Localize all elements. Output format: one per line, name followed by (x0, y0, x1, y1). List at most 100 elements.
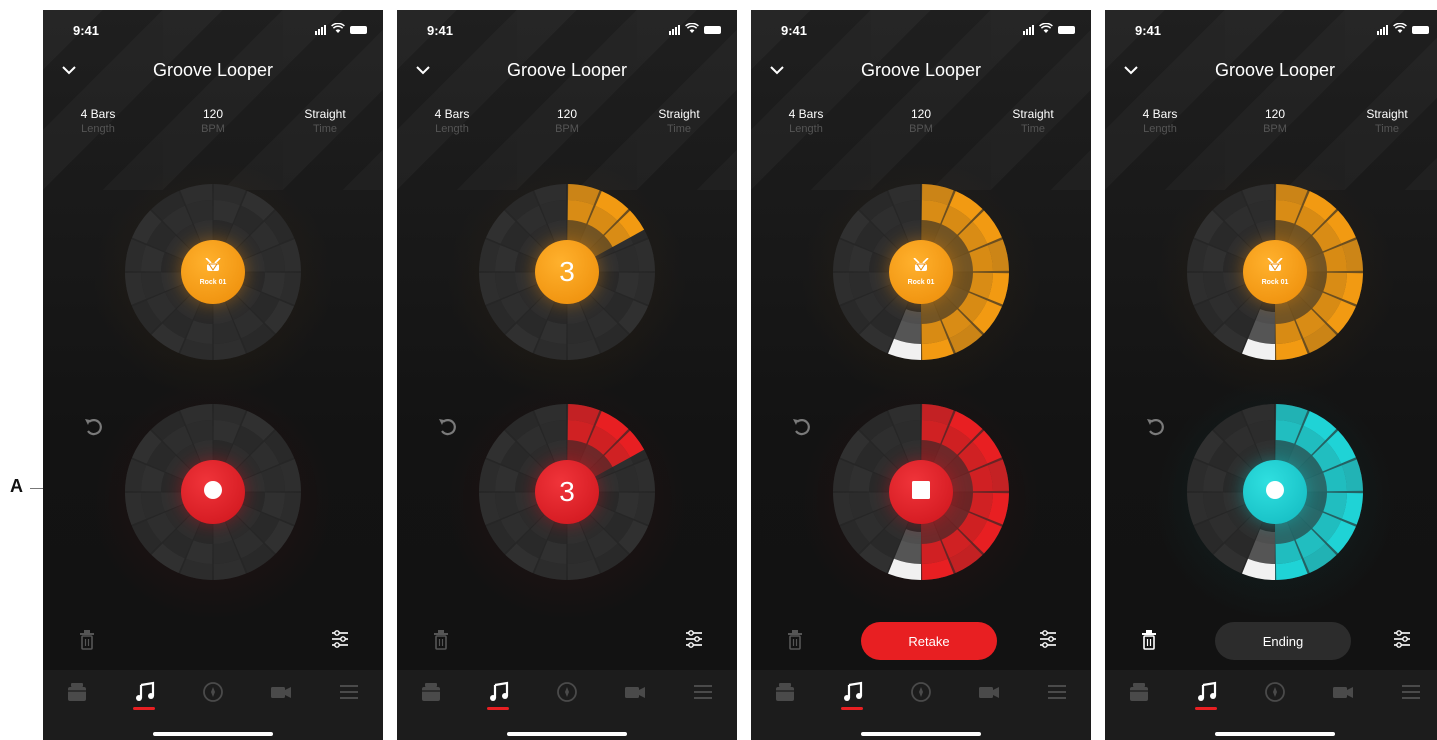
drum-pattern-button[interactable]: 3 (535, 240, 599, 304)
sliders-icon[interactable] (1039, 630, 1057, 648)
trash-icon[interactable] (787, 630, 803, 650)
info-length[interactable]: 4 Bars Length (407, 107, 497, 135)
record-button[interactable] (181, 460, 245, 524)
tab-menu-icon[interactable] (691, 680, 715, 704)
tab-video-camera-icon[interactable] (623, 680, 647, 704)
info-value: 4 Bars (80, 107, 116, 121)
bottom-controls: Retake (751, 622, 1091, 662)
info-label: Length (81, 123, 115, 135)
status-time: 9:41 (1135, 23, 1162, 38)
record-dot-icon (1265, 480, 1285, 505)
callout-label: A (10, 476, 23, 496)
undo-icon[interactable] (1145, 416, 1167, 438)
tab-video-camera-icon[interactable] (269, 680, 293, 704)
tab-presets-icon[interactable] (65, 680, 89, 704)
trash-icon[interactable] (433, 630, 449, 650)
info-length[interactable]: 4 Bars Length (1115, 107, 1205, 135)
undo-icon[interactable] (437, 416, 459, 438)
status-time: 9:41 (427, 23, 454, 38)
tab-presets-icon[interactable] (419, 680, 443, 704)
info-value: 4 Bars (1142, 107, 1178, 121)
tab-video-camera-icon[interactable] (1331, 680, 1355, 704)
info-bpm[interactable]: 120 BPM (876, 107, 966, 135)
info-value: 120 (910, 107, 932, 121)
trash-icon[interactable] (1141, 630, 1157, 650)
tab-compass-icon[interactable] (1263, 680, 1287, 704)
status-icons (315, 21, 367, 39)
tab-compass-icon[interactable] (201, 680, 225, 704)
undo-icon[interactable] (791, 416, 813, 438)
drum-icon (912, 257, 930, 277)
phone-screen-4: 9:41 Groove Looper 4 Bars Length 120 BPM Strai… (1105, 10, 1437, 740)
tab-menu-icon[interactable] (337, 680, 361, 704)
tab-bar (43, 670, 383, 740)
home-indicator (861, 732, 981, 736)
page-title: Groove Looper (506, 60, 628, 80)
tab-music-note-icon[interactable] (487, 680, 511, 704)
phone-screen-1: 9:41 Groove Looper 4 Bars Length 120 BPM Strai… (43, 10, 383, 740)
home-indicator (153, 732, 273, 736)
active-tab-indicator (841, 707, 863, 710)
battery-icon (1058, 26, 1075, 34)
info-value: 4 Bars (788, 107, 824, 121)
play-button[interactable] (1243, 460, 1307, 524)
drum-pattern-button[interactable]: Rock 01 (889, 240, 953, 304)
tab-music-note-icon[interactable] (133, 680, 157, 704)
tab-bar (397, 670, 737, 740)
info-value: 120 (556, 107, 578, 121)
sliders-icon[interactable] (1393, 630, 1411, 648)
info-length[interactable]: 4 Bars Length (761, 107, 851, 135)
tab-music-note-icon[interactable] (1195, 680, 1219, 704)
signal-icon (1023, 25, 1034, 35)
info-time[interactable]: Straight Time (280, 107, 370, 135)
info-label: Time (1020, 123, 1046, 135)
bottom-controls (397, 622, 737, 662)
battery-icon (1412, 26, 1429, 34)
drum-icon (1266, 257, 1284, 277)
active-tab-indicator (487, 707, 509, 710)
sliders-icon[interactable] (685, 630, 703, 648)
status-icons (1023, 22, 1075, 37)
info-time[interactable]: Straight Time (1342, 107, 1432, 135)
info-value: Straight (304, 107, 346, 121)
wifi-icon (1393, 21, 1407, 39)
sliders-icon[interactable] (331, 630, 349, 648)
info-bpm[interactable]: 120 BPM (168, 107, 258, 135)
signal-icon (315, 25, 326, 35)
info-bpm[interactable]: 120 BPM (1230, 107, 1320, 135)
info-time[interactable]: Straight Time (634, 107, 724, 135)
retake-button[interactable]: Retake (861, 622, 997, 660)
home-indicator (507, 732, 627, 736)
tab-video-camera-icon[interactable] (977, 680, 1001, 704)
drum-pattern-button[interactable]: Rock 01 (181, 240, 245, 304)
battery-icon (350, 26, 367, 34)
tab-compass-icon[interactable] (909, 680, 933, 704)
home-indicator (1215, 732, 1335, 736)
stop-icon (911, 480, 931, 505)
ending-button[interactable]: Ending (1215, 622, 1351, 660)
stop-button[interactable] (889, 460, 953, 524)
drum-pattern-button[interactable]: Rock 01 (1243, 240, 1307, 304)
info-label: Length (1143, 123, 1177, 135)
undo-icon[interactable] (83, 416, 105, 438)
info-bpm[interactable]: 120 BPM (522, 107, 612, 135)
tab-menu-icon[interactable] (1399, 680, 1423, 704)
page-title: Groove Looper (1214, 60, 1336, 80)
drum-pattern-label: Rock 01 (1261, 279, 1289, 286)
info-length[interactable]: 4 Bars Length (53, 107, 143, 135)
info-value: Straight (1366, 107, 1408, 121)
active-tab-indicator (133, 707, 155, 710)
info-label: Length (789, 123, 823, 135)
tab-presets-icon[interactable] (1127, 680, 1151, 704)
countdown-number: 3 (559, 476, 575, 507)
bottom-controls: Ending (1105, 622, 1437, 662)
wifi-icon (685, 21, 699, 39)
wifi-icon (331, 21, 345, 39)
tab-compass-icon[interactable] (555, 680, 579, 704)
info-time[interactable]: Straight Time (988, 107, 1078, 135)
tab-menu-icon[interactable] (1045, 680, 1069, 704)
tab-music-note-icon[interactable] (841, 680, 865, 704)
tab-presets-icon[interactable] (773, 680, 797, 704)
record-button[interactable]: 3 (535, 460, 599, 524)
trash-icon[interactable] (79, 630, 95, 650)
